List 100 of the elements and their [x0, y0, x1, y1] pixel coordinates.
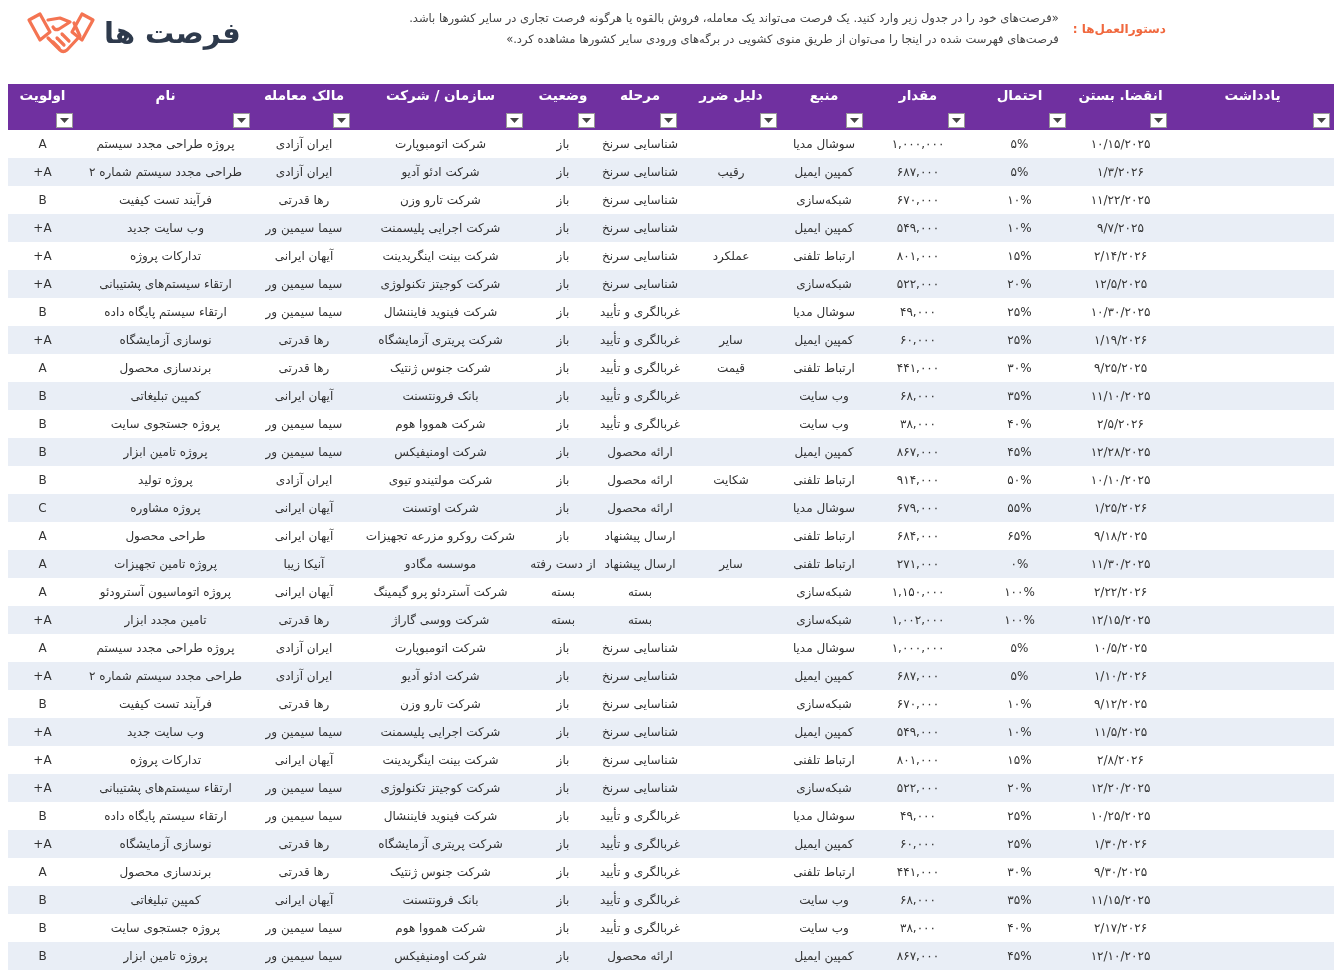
table-cell-text: ارتقاء سیستم پایگاه داده [103, 305, 228, 319]
table-cell-text: وب سایت [798, 389, 850, 403]
table-cell-text: آیهان ایرانی [273, 893, 335, 907]
table-cell-text: شناسایی سرنخ [601, 193, 679, 207]
table-cell-text: فرآیند تست کیفیت [117, 193, 214, 207]
table-cell-text: ارائه محصول [606, 501, 674, 515]
table-cell-text: ارتقاء سیستم‌های پشتیبانی [98, 277, 233, 291]
table-cell-text: باز [555, 725, 571, 739]
table-cell-text: باز [555, 529, 571, 543]
filter-dropdown[interactable] [333, 113, 350, 128]
table-cell-text: ۶۸۷,۰۰۰ [895, 165, 941, 179]
table-cell-text: ارائه محصول [606, 949, 674, 963]
filter-dropdown[interactable] [948, 113, 965, 128]
table-cell-text: B [37, 809, 48, 823]
table-cell-text: ۱۰% [1006, 725, 1033, 739]
table-cell-text: A+ [32, 165, 53, 179]
table-cell-text: باز [555, 417, 571, 431]
table-cell-text: باز [555, 837, 571, 851]
table-cell-text: شرکت مولتیندو تیوی [387, 473, 494, 487]
table-cell-text: ۲/۵/۲۰۲۶ [1096, 417, 1145, 431]
table-cell-text: ۱۱/۵/۲۰۲۵ [1092, 725, 1149, 739]
table-cell-text: باز [555, 865, 571, 879]
table-cell-text: باز [555, 193, 571, 207]
table-cell-text: از دست رفته [529, 557, 597, 571]
table-cell-text: وب سایت [798, 893, 850, 907]
table-cell-text: سیما سیمین ور [264, 417, 344, 431]
table-cell-text: ۵۰% [1006, 473, 1033, 487]
table-cell-text: ارسال پیشنهاد [603, 529, 677, 543]
table-cell-text: ۲۵% [1006, 809, 1033, 823]
table-cell-text: آیهان ایرانی [273, 501, 335, 515]
table-cell: غربالگری و تأیید [599, 921, 681, 935]
table-cell-text: شبکه‌سازی [795, 613, 853, 627]
table-cell-text: سیما سیمین ور [264, 809, 344, 823]
table-cell-text: شرکت تارو وزن [399, 193, 482, 207]
table-cell-text: ۸۰۱,۰۰۰ [895, 753, 941, 767]
table-cell-text: سیما سیمین ور [264, 921, 344, 935]
table-cell-text: کمپین ایمیل [793, 333, 855, 347]
table-cell-text: بسته [626, 585, 654, 599]
filter-dropdown[interactable] [506, 113, 523, 128]
table-cell-text: شرکت اومنیفیکس [393, 445, 488, 459]
table-cell-text: ۳۰% [1006, 361, 1033, 375]
table-cell: غربالگری و تأیید [599, 333, 681, 347]
table-cell-text: ۱۲/۱۵/۲۰۲۵ [1089, 613, 1152, 627]
table-cell-text: ۹/۳۰/۲۰۲۵ [1092, 865, 1149, 879]
filter-dropdown[interactable] [1049, 113, 1066, 128]
table-cell-text: B [37, 949, 48, 963]
table-cell-text: A+ [32, 781, 53, 795]
table-cell-text: شرکت کوجیتز تکنولوژی [379, 277, 502, 291]
table-cell-text: سیما سیمین ور [264, 445, 344, 459]
filter-dropdown[interactable] [233, 113, 250, 128]
table-cell-text: B [37, 417, 48, 431]
table-cell-text: پروژه تامین ابزار [122, 445, 209, 459]
table-cell-text: پروژه اتوماسیون آسترودئو [98, 585, 233, 599]
table-cell-text: A+ [32, 221, 53, 235]
filter-dropdown[interactable] [56, 113, 73, 128]
filter-dropdown[interactable] [846, 113, 863, 128]
table-cell-text: بانک فرونتسنت [401, 893, 480, 907]
table-cell-text: باز [555, 221, 571, 235]
table-cell-text: باز [555, 277, 571, 291]
table-cell-text: سوشال مدیا [791, 641, 857, 655]
table-cell-text: ایران آزادی [274, 473, 334, 487]
table-cell-text: ۹/۷/۲۰۲۵ [1096, 221, 1145, 235]
table-cell-text: شرکت تارو وزن [399, 697, 482, 711]
table-cell-text: ۲۰% [1006, 781, 1033, 795]
table-cell-text: باز [555, 361, 571, 375]
table-cell-text: ۱۰/۱۵/۲۰۲۵ [1089, 137, 1152, 151]
table-cell-text: باز [555, 249, 571, 263]
table-cell-text: شناسایی سرنخ [601, 165, 679, 179]
filter-dropdown[interactable] [660, 113, 677, 128]
table-cell-text: ارائه محصول [606, 473, 674, 487]
table-cell-text: ارتباط تلفنی [792, 249, 856, 263]
filter-dropdown[interactable] [1313, 113, 1330, 128]
table-cell-text: ایران آزادی [274, 137, 334, 151]
table-cell-text: ۵% [1009, 669, 1030, 683]
caret-icon [582, 118, 591, 123]
table-cell-text: ۵۲۲,۰۰۰ [895, 781, 941, 795]
table-cell-text: A [37, 641, 48, 655]
table-cell-text: کمپین ایمیل [793, 949, 855, 963]
table-cell-text: شرکت فینوید فایننشال [382, 809, 499, 823]
table-cell-text: باز [555, 165, 571, 179]
table-cell-text: ۹/۱۸/۲۰۲۵ [1092, 529, 1149, 543]
table-cell-text: پروژه طراحی مجدد سیستم [95, 641, 236, 655]
table-cell-text: A [37, 557, 48, 571]
table-cell-text: ۱/۲۵/۲۰۲۶ [1092, 501, 1149, 515]
table-cell-text: ۲/۲۲/۲۰۲۶ [1092, 585, 1149, 599]
filter-dropdown[interactable] [1150, 113, 1167, 128]
table-cell-text: A+ [32, 333, 53, 347]
filter-dropdown[interactable] [760, 113, 777, 128]
table-cell-text: ۴۴۱,۰۰۰ [895, 865, 941, 879]
table-cell: غربالگری و تأیید [599, 893, 681, 907]
table-cell-text: وب سایت جدید [126, 725, 205, 739]
table-cell-text: A+ [32, 753, 53, 767]
caret-icon [337, 118, 346, 123]
table-cell-text: ارتباط تلفنی [792, 557, 856, 571]
table-cell-text: ۲۵% [1006, 333, 1033, 347]
table-cell-text: بسته [549, 613, 577, 627]
table-cell-text: باز [555, 921, 571, 935]
table-cell-text: سیما سیمین ور [264, 221, 344, 235]
filter-dropdown[interactable] [578, 113, 595, 128]
table-cell-text: باز [555, 445, 571, 459]
